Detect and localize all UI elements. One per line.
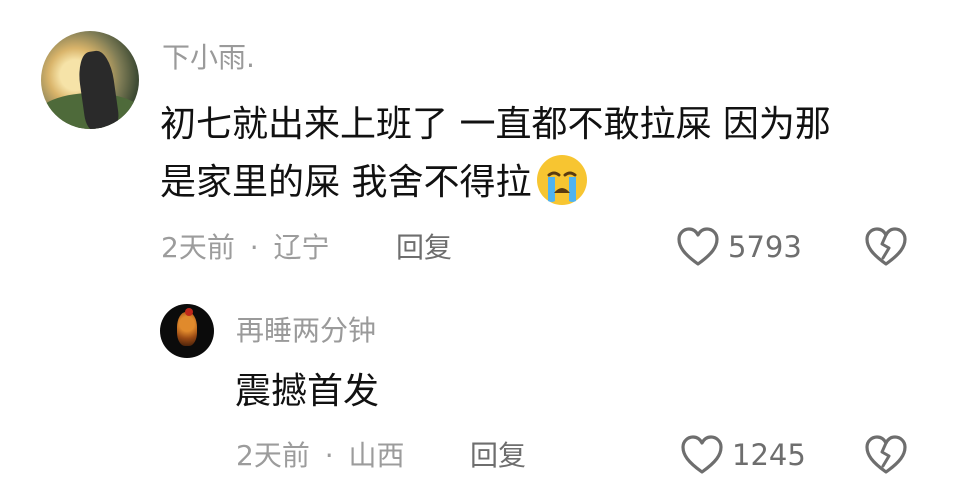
meta-separator: ·	[324, 439, 334, 472]
comment-location: 辽宁	[273, 231, 330, 264]
avatar-rooster	[177, 312, 197, 346]
comment-username[interactable]: 再睡两分钟	[236, 317, 376, 345]
loudly-crying-face-icon	[537, 155, 588, 205]
like-button[interactable]: 1245	[680, 434, 806, 476]
comment-text-line-1: 初七就出来上班了 一直都不敢拉屎 因为那	[160, 104, 831, 145]
avatar-rooster-comb	[185, 308, 193, 316]
like-button[interactable]: 5793	[676, 226, 802, 268]
comment-time: 2天前	[236, 439, 310, 472]
comment-meta: 2天前 · 辽宁	[161, 234, 330, 262]
broken-heart-icon[interactable]	[864, 434, 908, 476]
reply-button[interactable]: 回复	[470, 442, 526, 470]
broken-heart-icon[interactable]	[864, 226, 908, 268]
user-avatar[interactable]	[41, 31, 139, 129]
like-count: 5793	[728, 229, 802, 264]
meta-separator: ·	[249, 231, 259, 264]
comment-meta: 2天前 · 山西	[236, 442, 405, 470]
reply-button[interactable]: 回复	[396, 234, 452, 262]
comment-text-line-2: 是家里的屎 我舍不得拉	[160, 154, 589, 212]
comment-time: 2天前	[161, 231, 235, 264]
heart-outline-icon	[677, 227, 719, 266]
like-count: 1245	[732, 437, 806, 472]
comment-username[interactable]: 下小雨.	[162, 44, 255, 72]
comment-text-line-2-text: 是家里的屎 我舍不得拉	[160, 162, 532, 203]
user-avatar[interactable]	[160, 304, 214, 358]
heart-outline-icon	[681, 435, 723, 474]
comment-location: 山西	[348, 439, 405, 472]
comment-text: 震撼首发	[235, 371, 380, 412]
